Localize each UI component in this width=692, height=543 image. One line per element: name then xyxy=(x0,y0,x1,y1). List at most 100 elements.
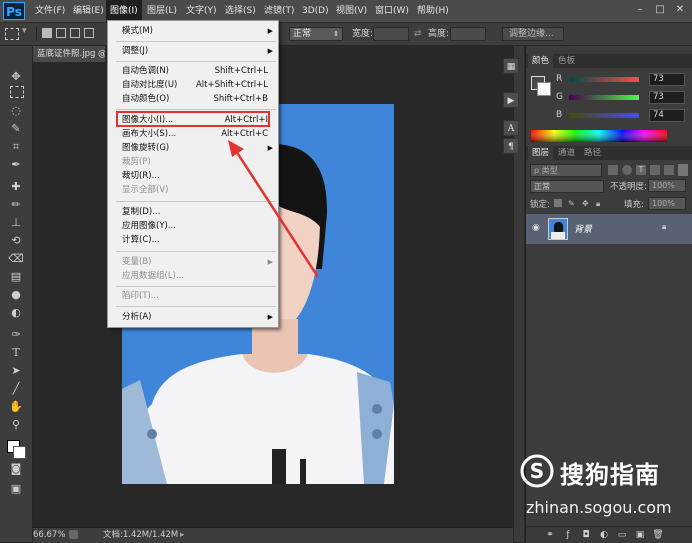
layer-filter-select[interactable]: ρ 类型 xyxy=(530,164,602,177)
status-info-icon[interactable] xyxy=(69,530,78,539)
tab-paths[interactable]: 路径 xyxy=(580,146,605,160)
lock-pixels-icon[interactable]: ✎ xyxy=(568,199,575,208)
refine-edge-button[interactable]: 调整边缘... xyxy=(502,27,564,41)
lock-all-icon[interactable]: 🔒︎ xyxy=(596,199,600,209)
character-panel-icon[interactable]: A xyxy=(503,120,519,136)
layer-row-background[interactable]: ◉ 背景 🔒︎ xyxy=(526,214,692,244)
filter-type-icon[interactable]: T xyxy=(636,165,646,175)
add-selection-icon[interactable] xyxy=(56,28,66,38)
menu-item-analysis[interactable]: 分析(A) ▶ xyxy=(108,310,278,324)
menu-filter[interactable]: 滤镜(T) xyxy=(260,0,299,22)
menu-item-auto-tone[interactable]: 自动色调(N) Shift+Ctrl+L xyxy=(108,64,278,78)
lock-label: 锁定: xyxy=(530,200,550,210)
green-value-input[interactable]: 73 xyxy=(649,91,685,104)
line-tool-icon[interactable]: ╱ xyxy=(6,380,26,398)
menu-window[interactable]: 窗口(W) xyxy=(371,0,413,22)
pen-tool-icon[interactable]: ✑ xyxy=(6,326,26,344)
menu-help[interactable]: 帮助(H) xyxy=(413,0,453,22)
adjustment-layer-icon[interactable]: ◐ xyxy=(598,530,610,541)
link-layers-icon[interactable]: ⚭ xyxy=(544,530,556,541)
menu-layer[interactable]: 图层(L) xyxy=(143,0,181,22)
brush-tool-icon[interactable]: ✏ xyxy=(6,196,26,214)
marquee-tool-icon[interactable] xyxy=(5,28,19,40)
maximize-icon[interactable]: □ xyxy=(654,4,666,16)
filter-smart-icon[interactable] xyxy=(664,165,674,175)
lock-transparent-icon[interactable] xyxy=(554,199,562,207)
layer-style-icon[interactable]: ƒ xyxy=(562,530,574,541)
move-tool-icon[interactable]: ✥ xyxy=(6,68,26,86)
add-mask-icon[interactable]: ◘ xyxy=(580,530,592,541)
zoom-level[interactable]: 66.67% xyxy=(33,528,65,543)
dodge-tool-icon[interactable]: ◐ xyxy=(6,304,26,322)
zoom-tool-icon[interactable]: ⚲ xyxy=(6,416,26,434)
marquee-tool-icon[interactable] xyxy=(10,86,24,98)
tab-layers[interactable]: 图层 xyxy=(528,146,554,160)
crop-tool-icon[interactable]: ⌗ xyxy=(6,138,26,156)
intersect-selection-icon[interactable] xyxy=(84,28,94,38)
layer-visibility-eye-icon[interactable]: ◉ xyxy=(532,223,540,233)
height-input[interactable] xyxy=(450,27,486,41)
background-swatch[interactable] xyxy=(537,82,551,96)
background-color-swatch[interactable] xyxy=(13,446,26,459)
menu-item-mode[interactable]: 模式(M) ▶ xyxy=(108,24,278,38)
style-select[interactable]: 正常 ⇕ xyxy=(289,27,343,41)
tab-channels[interactable]: 通道 xyxy=(554,146,579,160)
filter-adjust-icon[interactable] xyxy=(622,165,632,175)
tool-preset-dropdown-icon[interactable]: ▾ xyxy=(22,26,27,36)
new-selection-icon[interactable] xyxy=(42,28,52,38)
eyedropper-tool-icon[interactable]: ✒ xyxy=(6,156,26,174)
width-input[interactable] xyxy=(373,27,409,41)
quick-mask-icon[interactable]: ◙ xyxy=(6,460,26,478)
screen-mode-icon[interactable]: ▣ xyxy=(6,480,26,498)
hand-tool-icon[interactable]: ✋ xyxy=(6,398,26,416)
close-icon[interactable]: ✕ xyxy=(674,4,686,16)
paragraph-panel-icon[interactable]: ¶ xyxy=(503,138,519,154)
green-slider[interactable] xyxy=(569,95,639,100)
blend-mode-select[interactable]: 正常 xyxy=(530,180,604,193)
gradient-tool-icon[interactable]: ▤ xyxy=(6,268,26,286)
history-panel-icon[interactable]: ▦ xyxy=(503,58,519,74)
delete-layer-icon[interactable]: 🗑︎ xyxy=(652,530,664,541)
blue-value-input[interactable]: 74 xyxy=(649,109,685,122)
new-layer-icon[interactable]: ▣ xyxy=(634,530,646,541)
menu-view[interactable]: 视图(V) xyxy=(332,0,371,22)
swap-icon[interactable]: ⇄ xyxy=(414,23,422,45)
menu-type[interactable]: 文字(Y) xyxy=(182,0,221,22)
filter-shape-icon[interactable] xyxy=(650,165,660,175)
menu-item-auto-contrast[interactable]: 自动对比度(U) Alt+Shift+Ctrl+L xyxy=(108,78,278,92)
opacity-input[interactable]: 100% xyxy=(648,179,686,192)
lasso-tool-icon[interactable]: ◌ xyxy=(6,102,26,120)
menu-image[interactable]: 图像(I) xyxy=(106,0,142,22)
filter-toggle[interactable] xyxy=(678,164,688,176)
lock-position-icon[interactable]: ✥ xyxy=(582,199,589,208)
path-select-tool-icon[interactable]: ➤ xyxy=(6,362,26,380)
type-tool-icon[interactable]: T xyxy=(6,344,26,362)
healing-brush-tool-icon[interactable]: ✚ xyxy=(6,178,26,196)
tab-swatches[interactable]: 色板 xyxy=(554,54,579,68)
tab-color[interactable]: 颜色 xyxy=(528,54,554,68)
color-spectrum-bar[interactable] xyxy=(531,130,667,142)
new-group-icon[interactable]: ▭ xyxy=(616,530,628,541)
filter-pixel-icon[interactable] xyxy=(608,165,618,175)
quick-select-tool-icon[interactable]: ✎ xyxy=(6,120,26,138)
menu-file[interactable]: 文件(F) xyxy=(31,0,69,22)
menu-item-adjustments[interactable]: 调整(J) ▶ xyxy=(108,44,278,58)
fill-input[interactable]: 100% xyxy=(648,197,686,210)
red-slider[interactable] xyxy=(569,77,639,82)
status-menu-arrow-icon[interactable]: ▸ xyxy=(180,528,184,543)
blue-slider[interactable] xyxy=(569,113,639,118)
menu-item-auto-color[interactable]: 自动颜色(O) Shift+Ctrl+B xyxy=(108,92,278,106)
minimize-icon[interactable]: – xyxy=(634,4,646,16)
subtract-selection-icon[interactable] xyxy=(70,28,80,38)
menu-3d[interactable]: 3D(D) xyxy=(298,0,333,22)
menu-select[interactable]: 选择(S) xyxy=(221,0,260,22)
menu-edit[interactable]: 编辑(E) xyxy=(69,0,108,22)
actions-panel-icon[interactable]: ▶ xyxy=(503,92,519,108)
blur-tool-icon[interactable]: ● xyxy=(6,286,26,304)
history-brush-tool-icon[interactable]: ⟲ xyxy=(6,232,26,250)
red-value-input[interactable]: 73 xyxy=(649,73,685,86)
eraser-tool-icon[interactable]: ⌫ xyxy=(6,250,26,268)
document-tab[interactable]: 蓝底证件照.jpg @ xyxy=(33,46,105,62)
layer-name[interactable]: 背景 xyxy=(574,222,592,235)
clone-stamp-tool-icon[interactable]: ⊥ xyxy=(6,214,26,232)
